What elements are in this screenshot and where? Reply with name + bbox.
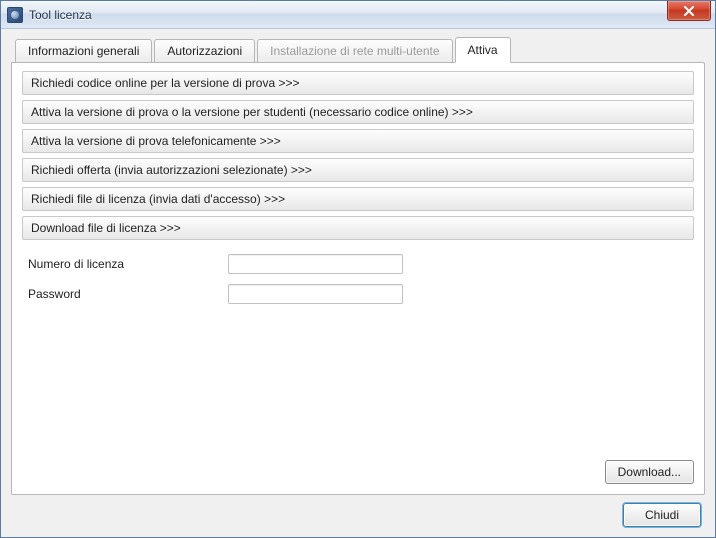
form-row-password: Password	[28, 284, 688, 304]
license-tool-window: Tool licenza Informazioni generali Autor…	[0, 0, 716, 538]
app-icon	[7, 7, 23, 23]
download-form: Numero di licenza Password	[22, 254, 694, 314]
option-request-online-code[interactable]: Richiedi codice online per la versione d…	[22, 71, 694, 95]
activation-options-list: Richiedi codice online per la versione d…	[22, 71, 694, 240]
tabstrip: Informazioni generali Autorizzazioni Ins…	[11, 37, 705, 63]
window-title: Tool licenza	[29, 8, 92, 22]
titlebar: Tool licenza	[1, 1, 715, 29]
client-area: Informazioni generali Autorizzazioni Ins…	[1, 29, 715, 537]
password-label: Password	[28, 287, 228, 301]
window-close-button[interactable]	[667, 1, 711, 21]
tab-authorizations[interactable]: Autorizzazioni	[154, 39, 255, 63]
option-request-license-file[interactable]: Richiedi file di licenza (invia dati d'a…	[22, 187, 694, 211]
tab-network-install: Installazione di rete multi-utente	[257, 39, 452, 63]
download-button[interactable]: Download...	[605, 460, 694, 484]
tab-activate[interactable]: Attiva	[455, 37, 511, 63]
close-icon	[683, 6, 695, 16]
option-activate-trial-student[interactable]: Attiva la versione di prova o la version…	[22, 100, 694, 124]
tab-general-info[interactable]: Informazioni generali	[15, 39, 152, 63]
option-activate-phone[interactable]: Attiva la versione di prova telefonicame…	[22, 129, 694, 153]
close-button[interactable]: Chiudi	[623, 503, 701, 527]
password-input[interactable]	[228, 284, 403, 304]
option-request-offer[interactable]: Richiedi offerta (invia autorizzazioni s…	[22, 158, 694, 182]
dialog-footer: Chiudi	[11, 495, 705, 527]
form-row-license: Numero di licenza	[28, 254, 688, 274]
option-download-license-file[interactable]: Download file di licenza >>>	[22, 216, 694, 240]
tab-panel-activate: Richiedi codice online per la versione d…	[11, 62, 705, 495]
license-number-label: Numero di licenza	[28, 257, 228, 271]
license-number-input[interactable]	[228, 254, 403, 274]
panel-footer: Download...	[22, 460, 694, 484]
